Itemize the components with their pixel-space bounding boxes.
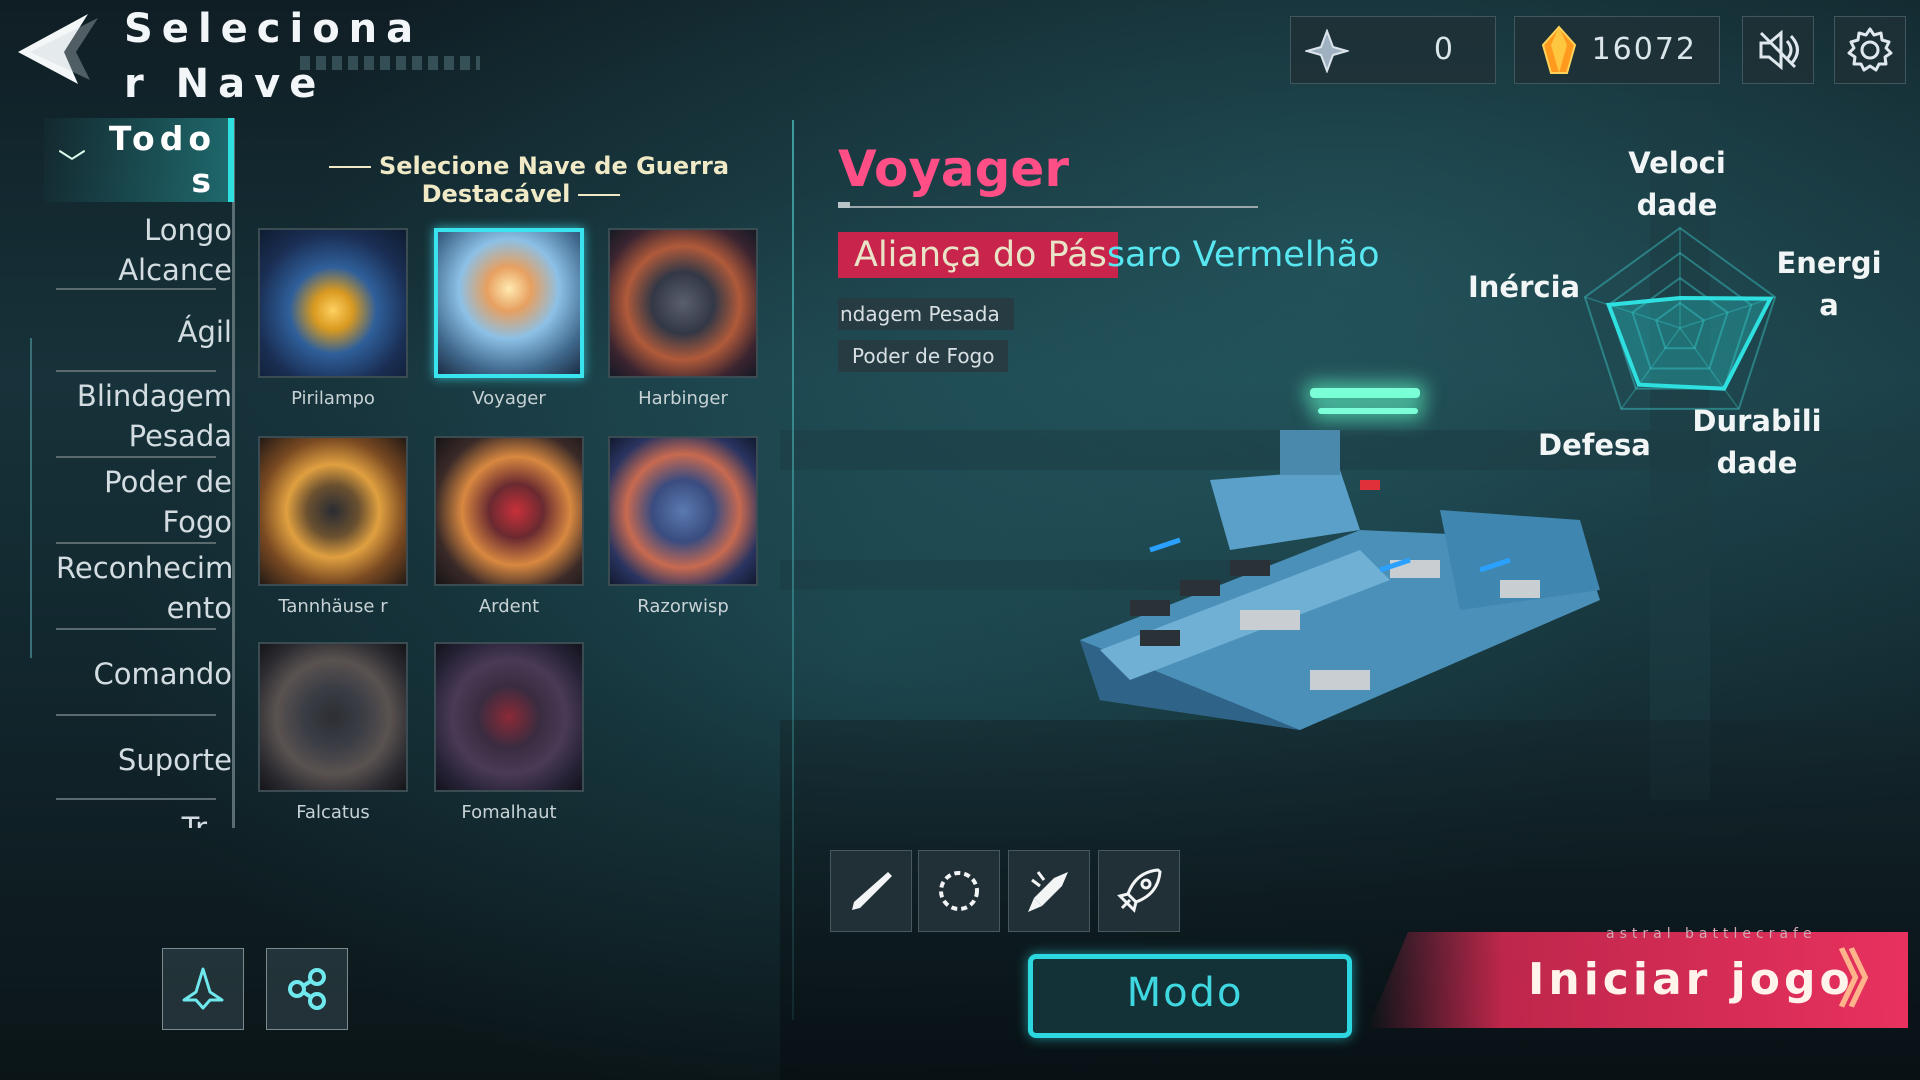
- mode-label: Modo: [1126, 970, 1244, 1016]
- ship-model: [1080, 430, 1600, 730]
- radar-label-inertia: Inércia: [1468, 270, 1581, 304]
- category-support[interactable]: Suporte: [56, 740, 232, 780]
- ship-name-label: Falcatus: [296, 802, 370, 823]
- radar-label-speed: Veloci dade: [1628, 146, 1726, 222]
- ship-thumbnail: [258, 642, 408, 792]
- brand-text: astral battlecrafe: [1606, 926, 1817, 942]
- ship-card-pirilampo[interactable]: Pirilampo: [258, 228, 408, 410]
- ship-card-tannhauser[interactable]: Tannhäuse r: [258, 436, 408, 618]
- double-chevron-icon: 》: [1838, 943, 1900, 1016]
- faction-suffix: saro Vermelhão: [1106, 235, 1380, 275]
- ship-thumbnail: [434, 228, 584, 378]
- panel-divider: [792, 120, 794, 1020]
- ship-thumbnail: [258, 228, 408, 378]
- crystal-value: 16072: [1591, 32, 1697, 67]
- nodes-icon: [288, 968, 326, 1010]
- mute-button[interactable]: [1742, 16, 1814, 84]
- tag-firepower: Poder de Fogo: [838, 340, 1009, 372]
- ship-card-voyager[interactable]: Voyager: [434, 228, 584, 410]
- ability-missile[interactable]: [1008, 850, 1090, 932]
- ship-name-label: Harbinger: [638, 388, 728, 409]
- ship-thumbnail: [434, 642, 584, 792]
- category-long-range[interactable]: Longo Alcance: [56, 210, 232, 290]
- ship-thumbnail: [608, 436, 758, 586]
- ship-title: Voyager: [838, 140, 1070, 198]
- category-agile[interactable]: Ágil: [56, 312, 232, 352]
- rocket-icon: [1117, 868, 1162, 913]
- ship-thumbnail: [258, 436, 408, 586]
- category-more[interactable]: Tr...: [56, 808, 232, 828]
- settings-button[interactable]: [1834, 16, 1906, 84]
- ship-name-label: Razorwisp: [637, 596, 729, 617]
- faction-prefix: Aliança do Pás: [854, 235, 1107, 275]
- ship-name-label: Fomalhaut: [461, 802, 557, 823]
- missile-icon: [1028, 871, 1068, 912]
- crystal-icon: [1541, 25, 1577, 74]
- category-recon[interactable]: Reconhecim ento: [56, 548, 233, 628]
- ship-thumbnail: [608, 228, 758, 378]
- fleet-button[interactable]: [162, 948, 244, 1030]
- ship-card-razorwisp[interactable]: Razorwisp: [608, 436, 758, 618]
- radar-stats-polygon: [1605, 295, 1774, 391]
- back-arrow-icon[interactable]: [18, 14, 106, 84]
- chevron-down-icon: ﹀: [58, 147, 87, 180]
- category-firepower[interactable]: Poder de Fogo: [56, 462, 232, 542]
- radar-label-durability: Durabili dade: [1692, 404, 1822, 480]
- ability-rocket[interactable]: [1098, 850, 1180, 932]
- ship-token-value: 0: [1433, 32, 1455, 67]
- ship-name-label: Pirilampo: [291, 388, 375, 409]
- category-all[interactable]: ﹀ Todo s: [44, 118, 234, 202]
- category-heavy-armor[interactable]: Blindagem Pesada: [56, 376, 232, 456]
- ability-shield[interactable]: [918, 850, 1000, 932]
- ship-token-counter: 0: [1290, 16, 1496, 84]
- shield-ring-icon: [939, 871, 979, 911]
- blade-icon: [852, 872, 892, 910]
- ability-blade[interactable]: [830, 850, 912, 932]
- ship-card-falcatus[interactable]: Falcatus: [258, 642, 408, 824]
- radar-label-energy: Energi a: [1776, 246, 1882, 322]
- ship-name-label: Voyager: [472, 388, 546, 409]
- mode-button[interactable]: Modo: [1012, 940, 1362, 1064]
- ship-name-label: Ardent: [478, 596, 540, 617]
- ship-card-ardent[interactable]: Ardent: [434, 436, 584, 618]
- ship-grid-title: Selecione Nave de Guerra Destacável: [270, 152, 780, 208]
- title-underline: [838, 202, 1258, 208]
- ship-card-harbinger[interactable]: Harbinger: [608, 228, 758, 410]
- category-command[interactable]: Comando: [56, 654, 232, 694]
- spaceship-icon: [182, 967, 224, 1010]
- category-sidebar: ﹀ Todo s Longo Alcance Ágil Blindagem Pe…: [0, 118, 238, 828]
- gear-icon: [1847, 27, 1893, 72]
- share-button[interactable]: [266, 948, 348, 1030]
- title-decoration: [300, 56, 480, 70]
- sound-muted-icon: [1759, 29, 1799, 71]
- ship-thumbnail: [434, 436, 584, 586]
- faction-label: Aliança do Pássaro Vermelhão: [838, 232, 1396, 278]
- ship-name-label: Tannhäuse r: [278, 596, 388, 617]
- tag-heavy-armor: ndagem Pesada: [838, 298, 1014, 330]
- ship-token-icon: [1305, 29, 1349, 73]
- start-game-label: Iniciar jogo: [1528, 954, 1854, 1005]
- crystal-counter: 16072: [1514, 16, 1720, 84]
- ship-card-fomalhaut[interactable]: Fomalhaut: [434, 642, 584, 824]
